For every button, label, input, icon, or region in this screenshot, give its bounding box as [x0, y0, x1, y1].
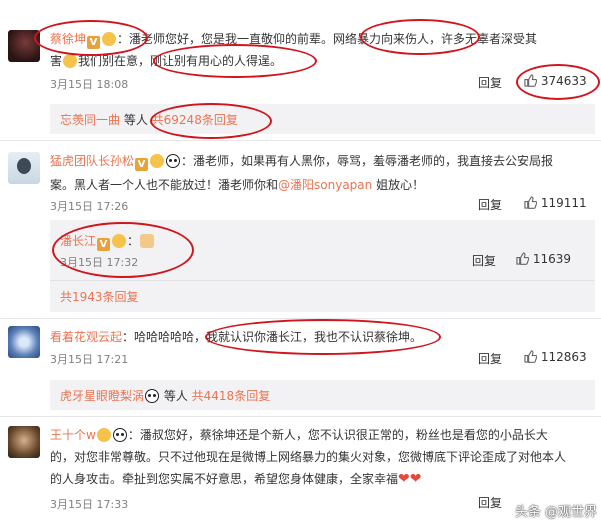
reply-summary[interactable]: 忘羡同一曲 等人 共69248条回复 — [50, 104, 595, 134]
annotation-circle — [34, 20, 148, 56]
mention-link[interactable]: @潘阳sonyapan — [278, 178, 372, 192]
comment-body-line2: 案。黑人者一个人也不能放过！潘老师你和@潘阳sonyapan 姐放心！ — [50, 176, 424, 193]
comment-text: 姐放心！ — [372, 178, 425, 192]
heart-icon: ❤ — [409, 471, 422, 487]
panda-icon — [145, 389, 160, 403]
reply-button[interactable]: 回复 — [478, 74, 502, 91]
thumbs-up-icon — [516, 252, 529, 265]
like-button[interactable]: 112863 — [524, 350, 587, 364]
comment-time: 3月15日 17:33 — [50, 498, 129, 511]
annotation-circle — [205, 319, 441, 355]
panda-icon — [166, 154, 181, 168]
comment-body: 王十个w ：潘叔您好，蔡徐坤还是个新人，您不认识很正常的，粉丝也是看您的小品长大 — [50, 426, 548, 443]
like-button[interactable]: 11639 — [516, 252, 571, 266]
avatar[interactable] — [8, 326, 40, 358]
comment-text: 的人身攻击。牵扯到您实属不好意思，希望您身体健康，全家幸福 — [50, 472, 399, 486]
reply-summary[interactable]: 虎牙星眼瞪梨涡 等人 共4418条回复 — [50, 380, 595, 410]
like-count: 11639 — [532, 252, 572, 266]
comment-body-line3: 的人身攻击。牵扯到您实属不好意思，希望您身体健康，全家幸福❤❤ — [50, 470, 421, 487]
username[interactable]: 猛虎团队长孙松 — [50, 154, 134, 168]
reply-button[interactable]: 回复 — [472, 252, 496, 269]
annotation-circle — [153, 44, 317, 78]
reply-button[interactable]: 回复 — [478, 196, 502, 213]
divider — [50, 280, 595, 281]
avatar[interactable] — [8, 426, 40, 458]
like-count: 112863 — [540, 350, 587, 364]
watermark: 头条 @观世界 — [514, 505, 597, 520]
reply-button[interactable]: 回复 — [478, 494, 502, 511]
emoji-icon — [96, 428, 111, 442]
comment-time: 3月15日 17:26 — [50, 200, 129, 213]
annotation-circle — [150, 103, 272, 139]
reply-summary-user[interactable]: 忘羡同一曲 — [60, 113, 120, 127]
like-button[interactable]: 119111 — [524, 196, 587, 210]
heart-icon: ❤ — [398, 471, 410, 487]
annotation-circle — [52, 222, 194, 278]
annotation-circle — [516, 64, 600, 100]
thumbs-up-icon — [524, 196, 537, 209]
thumbs-up-icon — [524, 350, 537, 363]
comment-text: ：潘老师，如果再有人黑你，辱骂，羞辱潘老师的，我直接去公安局报 — [181, 154, 554, 168]
username[interactable]: 王十个w — [50, 428, 96, 442]
reply-button[interactable]: 回复 — [478, 350, 502, 367]
like-count: 119111 — [540, 196, 587, 210]
reply-summary-text: 等人 — [120, 113, 152, 127]
verified-badge-icon: V — [135, 158, 149, 171]
divider — [0, 140, 601, 141]
comment-body: 猛虎团队长孙松 V ：潘老师，如果再有人黑你，辱骂，羞辱潘老师的，我直接去公安局报 — [50, 152, 553, 171]
weibo-comment-list: 蔡徐坤 V ：潘老师您好，您是我一直敬仰的前辈。网络暴力向来伤人，许多无辜者深受其 … — [0, 0, 601, 522]
reply-summary-text: 等人 — [160, 389, 192, 403]
annotation-circle — [360, 19, 480, 55]
username[interactable]: 看着花观云起 — [50, 330, 122, 344]
emoji-icon — [63, 54, 78, 68]
comment-body-line2: 的，对您非常尊敬。只不过他现在是微博上网络暴力的集火对象，您微博底下评论歪成了对… — [50, 450, 567, 464]
reply-summary-user[interactable]: 虎牙星眼瞪梨涡 — [60, 389, 144, 403]
comment-time: 3月15日 17:21 — [50, 353, 129, 366]
more-replies-link[interactable]: 共1943条回复 — [60, 288, 139, 305]
comment-text: 害 — [50, 54, 63, 68]
emoji-icon — [150, 154, 165, 168]
comment-time: 3月15日 18:08 — [50, 78, 129, 91]
comment-text: 案。黑人者一个人也不能放过！潘老师你和 — [50, 178, 279, 192]
avatar[interactable] — [8, 152, 40, 184]
panda-icon — [112, 428, 127, 442]
reply-summary-count[interactable]: 共4418条回复 — [192, 389, 271, 403]
comment-text: ：潘叔您好，蔡徐坤还是个新人，您不认识很正常的，粉丝也是看您的小品长大 — [127, 428, 548, 442]
divider — [0, 416, 601, 417]
